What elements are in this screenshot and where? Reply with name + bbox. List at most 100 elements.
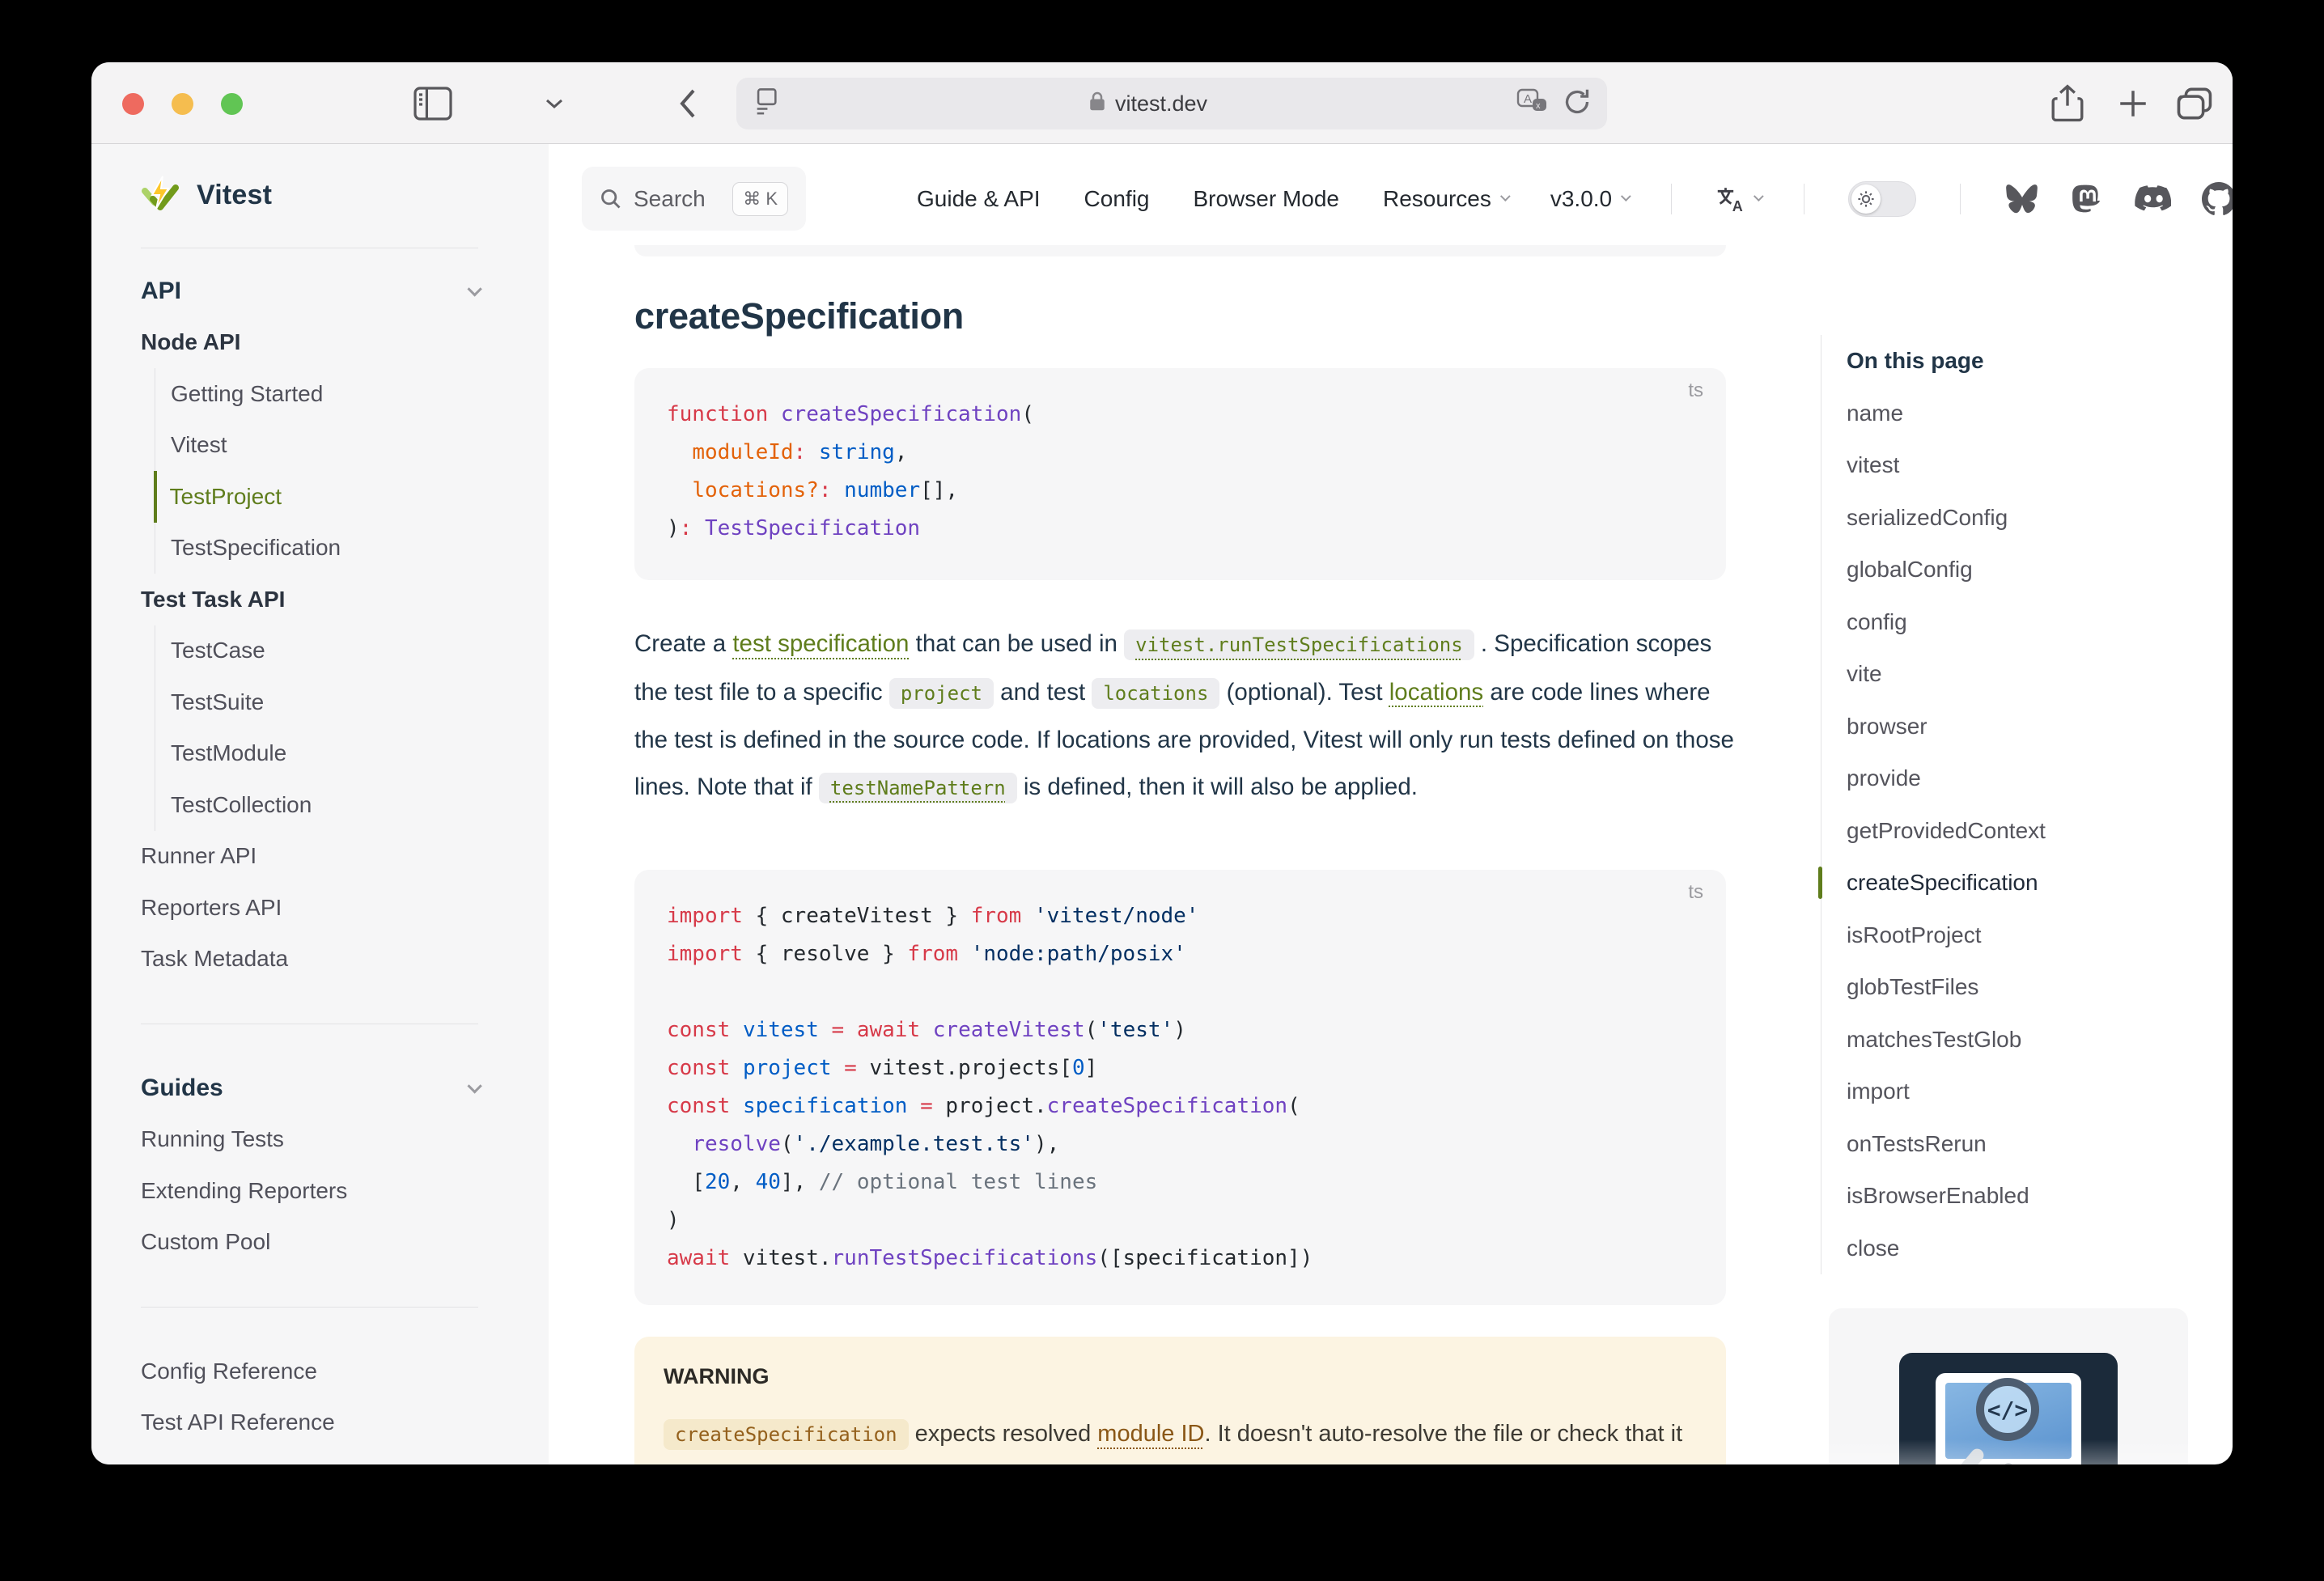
toc-item-isrootproject[interactable]: isRootProject: [1847, 909, 2161, 962]
close-window-button[interactable]: [122, 93, 144, 115]
inline-code-project[interactable]: project: [889, 678, 994, 709]
bluesky-icon[interactable]: [2004, 183, 2040, 215]
address-bar[interactable]: vitest.dev A x: [736, 78, 1607, 129]
theme-toggle[interactable]: [1848, 181, 1916, 217]
sidebar-item-label: Guides: [141, 1074, 223, 1102]
toc-item-close[interactable]: close: [1847, 1223, 2161, 1275]
nav-link-label: Resources: [1383, 186, 1491, 212]
sidebar-item-test-api-reference[interactable]: Test API Reference: [141, 1397, 478, 1449]
toc-item-globalconfig[interactable]: globalConfig: [1847, 544, 2161, 596]
reader-view-icon[interactable]: [753, 87, 780, 121]
nav-link-label: Browser Mode: [1193, 186, 1339, 212]
sidebar-item-label: Custom Pool: [141, 1229, 270, 1255]
sidebar-menu-chevron-icon[interactable]: [545, 62, 564, 144]
fade-overlay: [1821, 1439, 2196, 1464]
minimize-window-button[interactable]: [172, 93, 193, 115]
search-input[interactable]: Search ⌘ K: [582, 167, 806, 231]
translate-icon[interactable]: A x: [1516, 88, 1549, 120]
sidebar-item-running-tests[interactable]: Running Tests: [141, 1114, 478, 1166]
nav-link-guide-api[interactable]: Guide & API: [917, 186, 1041, 212]
sidebar-item-label: TestSuite: [171, 689, 264, 715]
link-vitest-runtestspecifications[interactable]: vitest.runTestSpecifications: [1124, 629, 1474, 660]
sidebar-item-testspecification[interactable]: TestSpecification: [155, 523, 478, 574]
new-tab-icon[interactable]: [2116, 62, 2150, 144]
sidebar-item-custom-pool[interactable]: Custom Pool: [141, 1217, 478, 1269]
toc-item-matchestestglob[interactable]: matchesTestGlob: [1847, 1014, 2161, 1066]
sidebar-item-guides[interactable]: Guides: [141, 1062, 478, 1114]
sidebar-item-label: API: [141, 278, 181, 305]
sidebar-item-testsuite[interactable]: TestSuite: [155, 676, 478, 728]
toc-item-globtestfiles[interactable]: globTestFiles: [1847, 961, 2161, 1014]
sponsor-card[interactable]: </>: [1829, 1308, 2188, 1464]
toc-item-serializedconfig[interactable]: serializedConfig: [1847, 492, 2161, 545]
sidebar-item-reporters-api[interactable]: Reporters API: [141, 882, 478, 934]
sidebar-item-label: TestSpecification: [171, 535, 341, 561]
description-paragraph: Create a test specification that can be …: [634, 621, 1739, 812]
toc-item-vitest[interactable]: vitest: [1847, 439, 2161, 492]
text: expects resolved: [909, 1421, 1098, 1447]
sidebar-item-config-reference[interactable]: Config Reference: [141, 1346, 478, 1397]
sidebar-item-runner-api[interactable]: Runner API: [141, 831, 478, 883]
toc-item-ontestsrerun[interactable]: onTestsRerun: [1847, 1118, 2161, 1171]
toc-item-createspecification[interactable]: createSpecification: [1847, 857, 2161, 909]
nav-link-browser-mode[interactable]: Browser Mode: [1193, 186, 1339, 212]
zoom-window-button[interactable]: [221, 93, 243, 115]
toc-item-isbrowserenabled[interactable]: isBrowserEnabled: [1847, 1170, 2161, 1223]
text: (optional). Test: [1219, 679, 1389, 706]
sidebar-item-label: Vitest: [171, 432, 227, 458]
logo-title: Vitest: [197, 180, 272, 211]
sidebar-item-task-metadata[interactable]: Task Metadata: [141, 934, 478, 985]
nav-link-config[interactable]: Config: [1084, 186, 1150, 212]
sidebar-item-testcollection[interactable]: TestCollection: [155, 779, 478, 831]
tab-overview-icon[interactable]: [2176, 62, 2213, 144]
sidebar-item-testproject[interactable]: TestProject: [154, 471, 479, 523]
sidebar-item-extending-reporters[interactable]: Extending Reporters: [141, 1165, 478, 1217]
toc-item-vite[interactable]: vite: [1847, 648, 2161, 701]
discord-icon[interactable]: [2134, 183, 2171, 215]
sidebar-item-label: TestModule: [171, 740, 286, 766]
link-module-id[interactable]: module ID: [1097, 1421, 1204, 1447]
sun-icon: [1851, 184, 1881, 214]
code-block-signature[interactable]: ts function createSpecification( moduleI…: [634, 368, 1726, 580]
toc-item-import[interactable]: import: [1847, 1066, 2161, 1118]
sidebar-toggle-icon[interactable]: [413, 62, 452, 144]
chevron-down-icon: [1500, 191, 1511, 201]
toc-item-getprovidedcontext[interactable]: getProvidedContext: [1847, 805, 2161, 858]
nav-link-resources[interactable]: Resources: [1383, 186, 1507, 212]
vitest-logo[interactable]: Vitest: [138, 173, 272, 217]
github-icon[interactable]: [2202, 182, 2233, 216]
link-locations[interactable]: locations: [1389, 679, 1483, 706]
sidebar-item-label: Getting Started: [171, 381, 323, 407]
inline-code-createspecification[interactable]: createSpecification: [664, 1419, 909, 1450]
nav-link-label: Config: [1084, 186, 1150, 212]
search-placeholder: Search: [634, 186, 706, 212]
nav-menu: Guide & API Config Browser Mode Resources v3…: [917, 167, 2233, 231]
toc-item-browser[interactable]: browser: [1847, 701, 2161, 753]
text: that can be used in: [909, 630, 1124, 657]
share-icon[interactable]: [2050, 62, 2085, 144]
sidebar-item-testcase[interactable]: TestCase: [155, 625, 478, 677]
toc-item-config[interactable]: config: [1847, 596, 2161, 649]
warning-body: createSpecification expects resolved mod…: [664, 1410, 1697, 1464]
reload-icon[interactable]: [1563, 87, 1591, 121]
nav-link-v3-0-0[interactable]: v3.0.0: [1550, 186, 1627, 212]
back-button[interactable]: [676, 62, 698, 144]
sidebar-item-vitest[interactable]: Vitest: [155, 420, 478, 472]
toc-item-name[interactable]: name: [1847, 388, 2161, 440]
sidebar-item-getting-started[interactable]: Getting Started: [155, 368, 478, 420]
nav-link-label: v3.0.0: [1550, 186, 1612, 212]
mastodon-icon[interactable]: [2071, 182, 2103, 216]
top-navbar: Search ⌘ K Guide & API Config Browser Mode…: [549, 144, 2233, 243]
sidebar-item-api[interactable]: API: [141, 265, 478, 317]
warning-callout: WARNING createSpecification expects reso…: [634, 1337, 1726, 1464]
code-block-example[interactable]: ts import { createVitest } from 'vitest/…: [634, 870, 1726, 1305]
sidebar-item-testmodule[interactable]: TestModule: [155, 728, 478, 780]
sidebar-divider: [141, 1268, 478, 1346]
link-testnamepattern[interactable]: testNamePattern: [819, 773, 1017, 803]
toc-item-provide[interactable]: provide: [1847, 752, 2161, 805]
language-icon[interactable]: A: [1715, 185, 1760, 213]
code-language-badge: ts: [1688, 881, 1703, 904]
inline-code-locations[interactable]: locations: [1092, 678, 1219, 709]
text: and test: [994, 679, 1092, 706]
link-test-specification[interactable]: test specification: [732, 630, 909, 657]
